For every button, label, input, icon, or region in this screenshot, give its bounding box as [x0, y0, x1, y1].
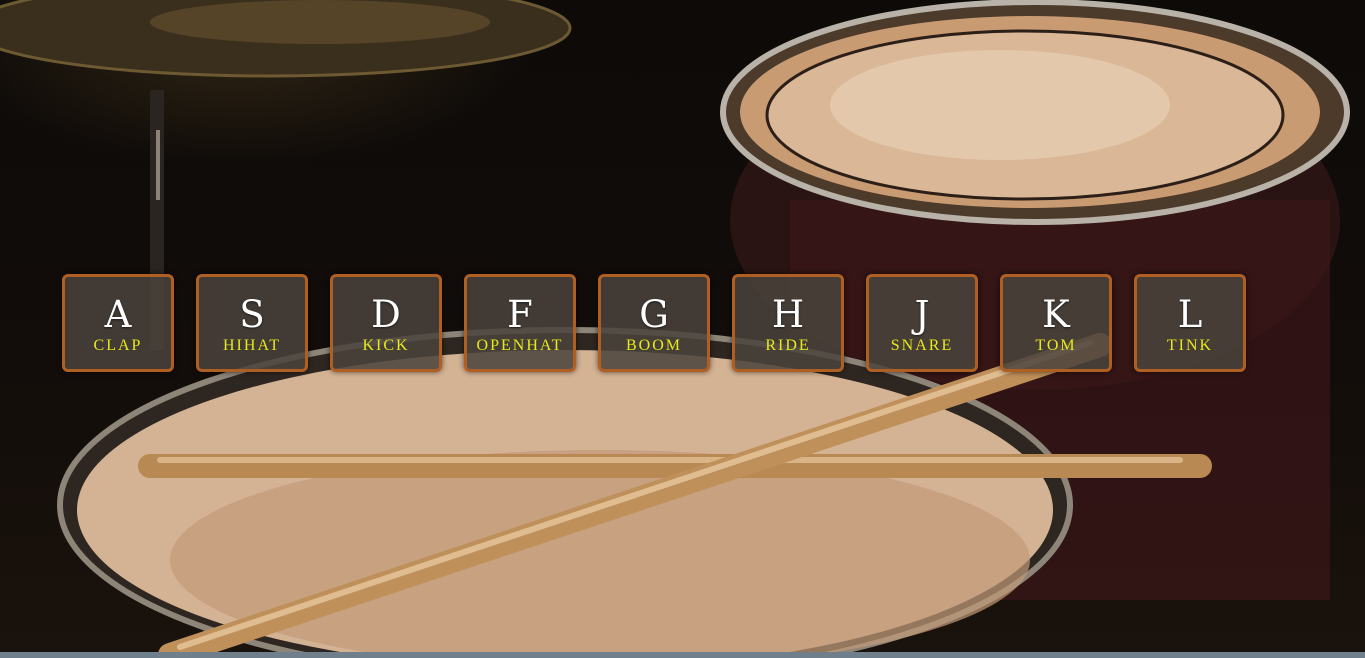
key-letter: D	[371, 293, 401, 336]
key-a[interactable]: A CLAP	[62, 274, 174, 372]
key-letter: G	[639, 293, 669, 336]
key-sound-label: RIDE	[765, 337, 811, 354]
key-sound-label: TOM	[1035, 337, 1077, 354]
key-letter: K	[1042, 293, 1070, 336]
key-sound-label: KICK	[362, 337, 410, 354]
key-l[interactable]: L TINK	[1134, 274, 1246, 372]
key-sound-label: TINK	[1166, 337, 1214, 354]
drum-keys: A CLAP S HIHAT D KICK F OPENHAT G BOOM H…	[62, 274, 1302, 378]
key-sound-label: CLAP	[93, 337, 143, 354]
drum-kit-app: A CLAP S HIHAT D KICK F OPENHAT G BOOM H…	[0, 0, 1365, 658]
key-sound-label: BOOM	[625, 337, 682, 354]
key-letter: J	[914, 293, 930, 336]
key-s[interactable]: S HIHAT	[196, 274, 308, 372]
key-letter: H	[771, 293, 805, 336]
key-h[interactable]: H RIDE	[732, 274, 844, 372]
cymbal-highlight	[150, 0, 490, 44]
key-j[interactable]: J SNARE	[866, 274, 978, 372]
key-f[interactable]: F OPENHAT	[464, 274, 576, 372]
key-letter: L	[1177, 293, 1203, 336]
key-g[interactable]: G BOOM	[598, 274, 710, 372]
key-k[interactable]: K TOM	[1000, 274, 1112, 372]
cymbal-stand-highlight	[156, 130, 160, 200]
key-letter: S	[239, 293, 265, 336]
tom-drum-head-glow	[830, 50, 1170, 160]
key-sound-label: HIHAT	[223, 337, 281, 354]
key-sound-label: SNARE	[890, 337, 954, 354]
bottom-edge-strip	[0, 652, 1365, 658]
key-d[interactable]: D KICK	[330, 274, 442, 372]
key-letter: F	[507, 293, 533, 336]
key-sound-label: OPENHAT	[476, 337, 564, 354]
key-letter: A	[104, 293, 132, 336]
